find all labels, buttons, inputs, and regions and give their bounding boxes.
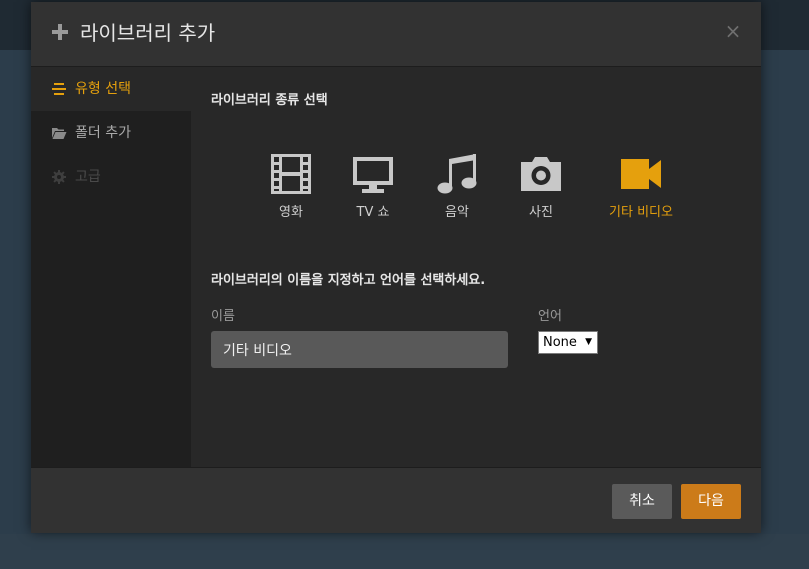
name-label: 이름 — [211, 309, 235, 324]
dialog-title: 라이브러리 추가 — [80, 21, 216, 45]
list-icon — [52, 83, 66, 95]
main-content: 라이브러리 종류 선택 영화 TV 쇼 음악 사진 기타 비디오 라이브러리의 … — [191, 67, 761, 467]
add-library-dialog: 라이브러리 추가 × 유형 선택 폴더 추가 고급 라이브러리 종류 선택 영화… — [31, 2, 761, 533]
plus-icon — [52, 24, 68, 40]
close-icon[interactable]: × — [723, 20, 743, 42]
film-icon — [271, 154, 311, 194]
type-label: 영화 — [279, 205, 303, 220]
background-page — [0, 534, 809, 569]
language-select[interactable]: None ▼ — [538, 331, 598, 354]
music-icon — [437, 154, 477, 194]
sidebar-item-label: 고급 — [75, 169, 101, 185]
type-option-music[interactable]: 음악 — [435, 153, 479, 225]
type-option-tv-shows[interactable]: TV 쇼 — [351, 153, 395, 225]
camera-icon — [521, 157, 561, 191]
type-label: 기타 비디오 — [609, 205, 673, 220]
type-heading: 라이브러리 종류 선택 — [211, 93, 328, 108]
library-name-input[interactable] — [211, 331, 508, 368]
type-label: 음악 — [445, 205, 469, 220]
sidebar-item-label: 폴더 추가 — [75, 125, 131, 141]
sidebar: 유형 선택 폴더 추가 고급 — [31, 67, 191, 467]
dialog-footer: 취소 다음 — [31, 467, 761, 533]
sidebar-item-label: 유형 선택 — [75, 81, 131, 97]
name-instruction: 라이브러리의 이름을 지정하고 언어를 선택하세요. — [211, 273, 486, 288]
folder-icon — [52, 128, 67, 139]
dialog-header: 라이브러리 추가 × — [31, 2, 761, 67]
type-option-other-videos[interactable]: 기타 비디오 — [601, 153, 681, 225]
cancel-button[interactable]: 취소 — [612, 484, 672, 519]
sidebar-item-advanced: 고급 — [31, 155, 191, 199]
dropdown-arrow-icon: ▼ — [585, 337, 592, 347]
tv-icon — [353, 157, 393, 193]
next-button[interactable]: 다음 — [681, 484, 741, 519]
type-label: 사진 — [529, 205, 553, 220]
type-option-photos[interactable]: 사진 — [519, 153, 563, 225]
sidebar-item-select-type[interactable]: 유형 선택 — [31, 67, 191, 111]
type-label: TV 쇼 — [356, 205, 390, 220]
gear-icon — [52, 170, 66, 184]
sidebar-item-add-folder[interactable]: 폴더 추가 — [31, 111, 191, 155]
video-camera-icon — [621, 159, 661, 189]
language-value: None — [543, 335, 577, 350]
type-option-movies[interactable]: 영화 — [269, 153, 313, 225]
language-label: 언어 — [538, 309, 562, 324]
